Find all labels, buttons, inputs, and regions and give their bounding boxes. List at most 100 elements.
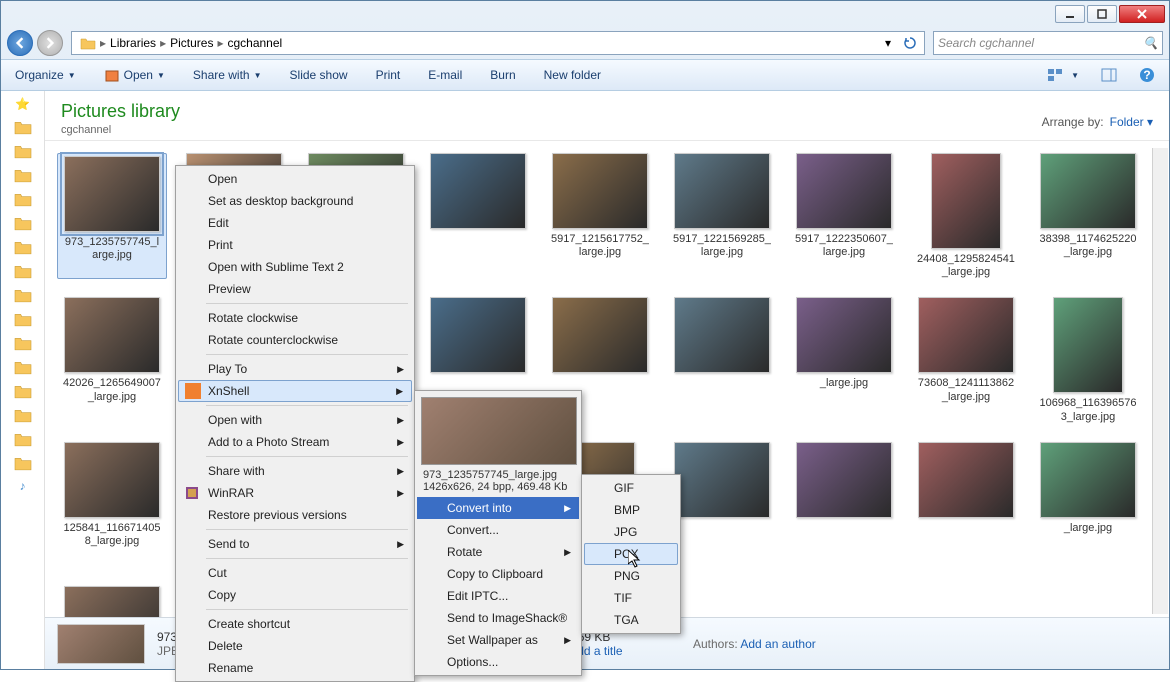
menu-item[interactable]: XnShell▶	[178, 380, 412, 402]
file-item[interactable]: 42026_1265649007_large.jpg	[57, 297, 167, 423]
print-button[interactable]: Print	[370, 66, 407, 84]
menu-item[interactable]: Edit	[178, 212, 412, 234]
forward-button[interactable]	[37, 30, 63, 56]
file-item[interactable]	[911, 442, 1021, 568]
menu-item[interactable]: Cut	[178, 562, 412, 584]
burn-button[interactable]: Burn	[484, 66, 521, 84]
file-item[interactable]: 5917_1222350607_large.jpg	[789, 153, 899, 279]
menu-item[interactable]: Rotate▶	[417, 541, 579, 563]
refresh-button[interactable]	[900, 33, 920, 53]
menu-item-format[interactable]: TIF	[584, 587, 678, 609]
menu-item-format[interactable]: BMP	[584, 499, 678, 521]
breadcrumb-cgchannel[interactable]: cgchannel	[223, 36, 286, 50]
preview-pane-button[interactable]	[1095, 66, 1123, 84]
maximize-button[interactable]	[1087, 5, 1117, 23]
breadcrumb-root[interactable]	[76, 36, 100, 50]
menu-item[interactable]: Preview	[178, 278, 412, 300]
menu-item[interactable]: Rename	[178, 657, 412, 679]
file-item[interactable]: 973_1235757745_large.jpg	[57, 153, 167, 279]
menu-item[interactable]: Convert into▶	[417, 497, 579, 519]
winrar-icon	[184, 485, 200, 501]
menu-item[interactable]: Open	[178, 168, 412, 190]
menu-item-format[interactable]: TGA	[584, 609, 678, 631]
folder-icon[interactable]	[13, 191, 33, 207]
file-item[interactable]: 5917_1215617752_large.jpg	[545, 153, 655, 279]
menu-item[interactable]: Set as desktop background	[178, 190, 412, 212]
help-button[interactable]: ?	[1133, 65, 1161, 85]
file-item[interactable]: 251410_1287158133_large.jpg	[57, 586, 167, 617]
breadcrumb-libraries[interactable]: Libraries	[106, 36, 160, 50]
menu-item[interactable]: WinRAR▶	[178, 482, 412, 504]
menu-item[interactable]: Send to▶	[178, 533, 412, 555]
file-item[interactable]	[423, 153, 533, 279]
menu-item[interactable]: Convert...	[417, 519, 579, 541]
folder-icon[interactable]	[13, 407, 33, 423]
details-add-author[interactable]: Add an author	[740, 637, 815, 651]
menu-item[interactable]: Copy	[178, 584, 412, 606]
search-input[interactable]: Search cgchannel 🔍	[933, 31, 1163, 55]
menu-item[interactable]: Copy to Clipboard	[417, 563, 579, 585]
menu-item[interactable]: Open with▶	[178, 409, 412, 431]
file-item[interactable]	[667, 297, 777, 423]
file-item[interactable]: _large.jpg	[789, 297, 899, 423]
menu-item[interactable]: Create shortcut	[178, 613, 412, 635]
file-item[interactable]: 73608_1241113862_large.jpg	[911, 297, 1021, 423]
email-button[interactable]: E-mail	[422, 66, 468, 84]
file-thumbnail	[918, 442, 1014, 518]
menu-item[interactable]: Add to a Photo Stream▶	[178, 431, 412, 453]
folder-icon[interactable]	[13, 359, 33, 375]
menu-item[interactable]: Delete	[178, 635, 412, 657]
view-mode-button[interactable]: ▼	[1041, 66, 1085, 84]
folder-icon[interactable]	[13, 215, 33, 231]
folder-icon[interactable]	[13, 287, 33, 303]
breadcrumb-pictures[interactable]: Pictures	[166, 36, 217, 50]
menu-item[interactable]: Set Wallpaper as▶	[417, 629, 579, 651]
menu-item[interactable]: Open with Sublime Text 2	[178, 256, 412, 278]
folder-icon[interactable]	[13, 335, 33, 351]
music-icon[interactable]: ♪	[20, 479, 26, 493]
file-item[interactable]: 38398_1174625220_large.jpg	[1033, 153, 1143, 279]
xnshell-icon	[185, 383, 201, 399]
arrange-by-value[interactable]: Folder ▾	[1110, 115, 1153, 129]
favorites-star-icon[interactable]: ⭐	[15, 97, 30, 111]
file-item[interactable]	[789, 442, 899, 568]
folder-icon[interactable]	[13, 239, 33, 255]
share-with-button[interactable]: Share with▼	[187, 66, 268, 84]
file-item[interactable]: _large.jpg	[1033, 442, 1143, 568]
slideshow-button[interactable]: Slide show	[284, 66, 354, 84]
folder-icon[interactable]	[13, 143, 33, 159]
menu-item[interactable]: Edit IPTC...	[417, 585, 579, 607]
menu-item[interactable]: Send to ImageShack®	[417, 607, 579, 629]
file-item[interactable]: 5917_1221569285_large.jpg	[667, 153, 777, 279]
menu-item-format[interactable]: JPG	[584, 521, 678, 543]
address-dropdown-button[interactable]: ▾	[878, 33, 898, 53]
menu-item[interactable]: Restore previous versions	[178, 504, 412, 526]
open-button[interactable]: Open▼	[98, 65, 171, 85]
folder-icon[interactable]	[13, 431, 33, 447]
folder-icon[interactable]	[13, 119, 33, 135]
organize-button[interactable]: Organize▼	[9, 66, 82, 84]
file-item[interactable]	[667, 442, 777, 568]
folder-icon[interactable]	[13, 263, 33, 279]
file-item[interactable]: 106968_1163965763_large.jpg	[1033, 297, 1143, 423]
file-item[interactable]: 24408_1295824541_large.jpg	[911, 153, 1021, 279]
xnshell-submenu[interactable]: 973_1235757745_large.jpg1426x626, 24 bpp…	[414, 390, 582, 676]
folder-icon[interactable]	[13, 383, 33, 399]
menu-item[interactable]: Rotate clockwise	[178, 307, 412, 329]
folder-icon[interactable]	[13, 455, 33, 471]
menu-item[interactable]: Share with▶	[178, 460, 412, 482]
close-button[interactable]	[1119, 5, 1165, 23]
menu-item[interactable]: Rotate counterclockwise	[178, 329, 412, 351]
folder-icon[interactable]	[13, 311, 33, 327]
menu-item[interactable]: Print	[178, 234, 412, 256]
minimize-button[interactable]	[1055, 5, 1085, 23]
context-menu[interactable]: OpenSet as desktop backgroundEditPrintOp…	[175, 165, 415, 682]
menu-item-format[interactable]: GIF	[584, 477, 678, 499]
address-bar[interactable]: ▸ Libraries ▸ Pictures ▸ cgchannel ▾	[71, 31, 925, 55]
back-button[interactable]	[7, 30, 33, 56]
file-item[interactable]: 125841_1166714058_large.jpg	[57, 442, 167, 568]
menu-item[interactable]: Play To▶	[178, 358, 412, 380]
new-folder-button[interactable]: New folder	[538, 66, 607, 84]
vertical-scrollbar[interactable]	[1152, 148, 1168, 614]
folder-icon[interactable]	[13, 167, 33, 183]
